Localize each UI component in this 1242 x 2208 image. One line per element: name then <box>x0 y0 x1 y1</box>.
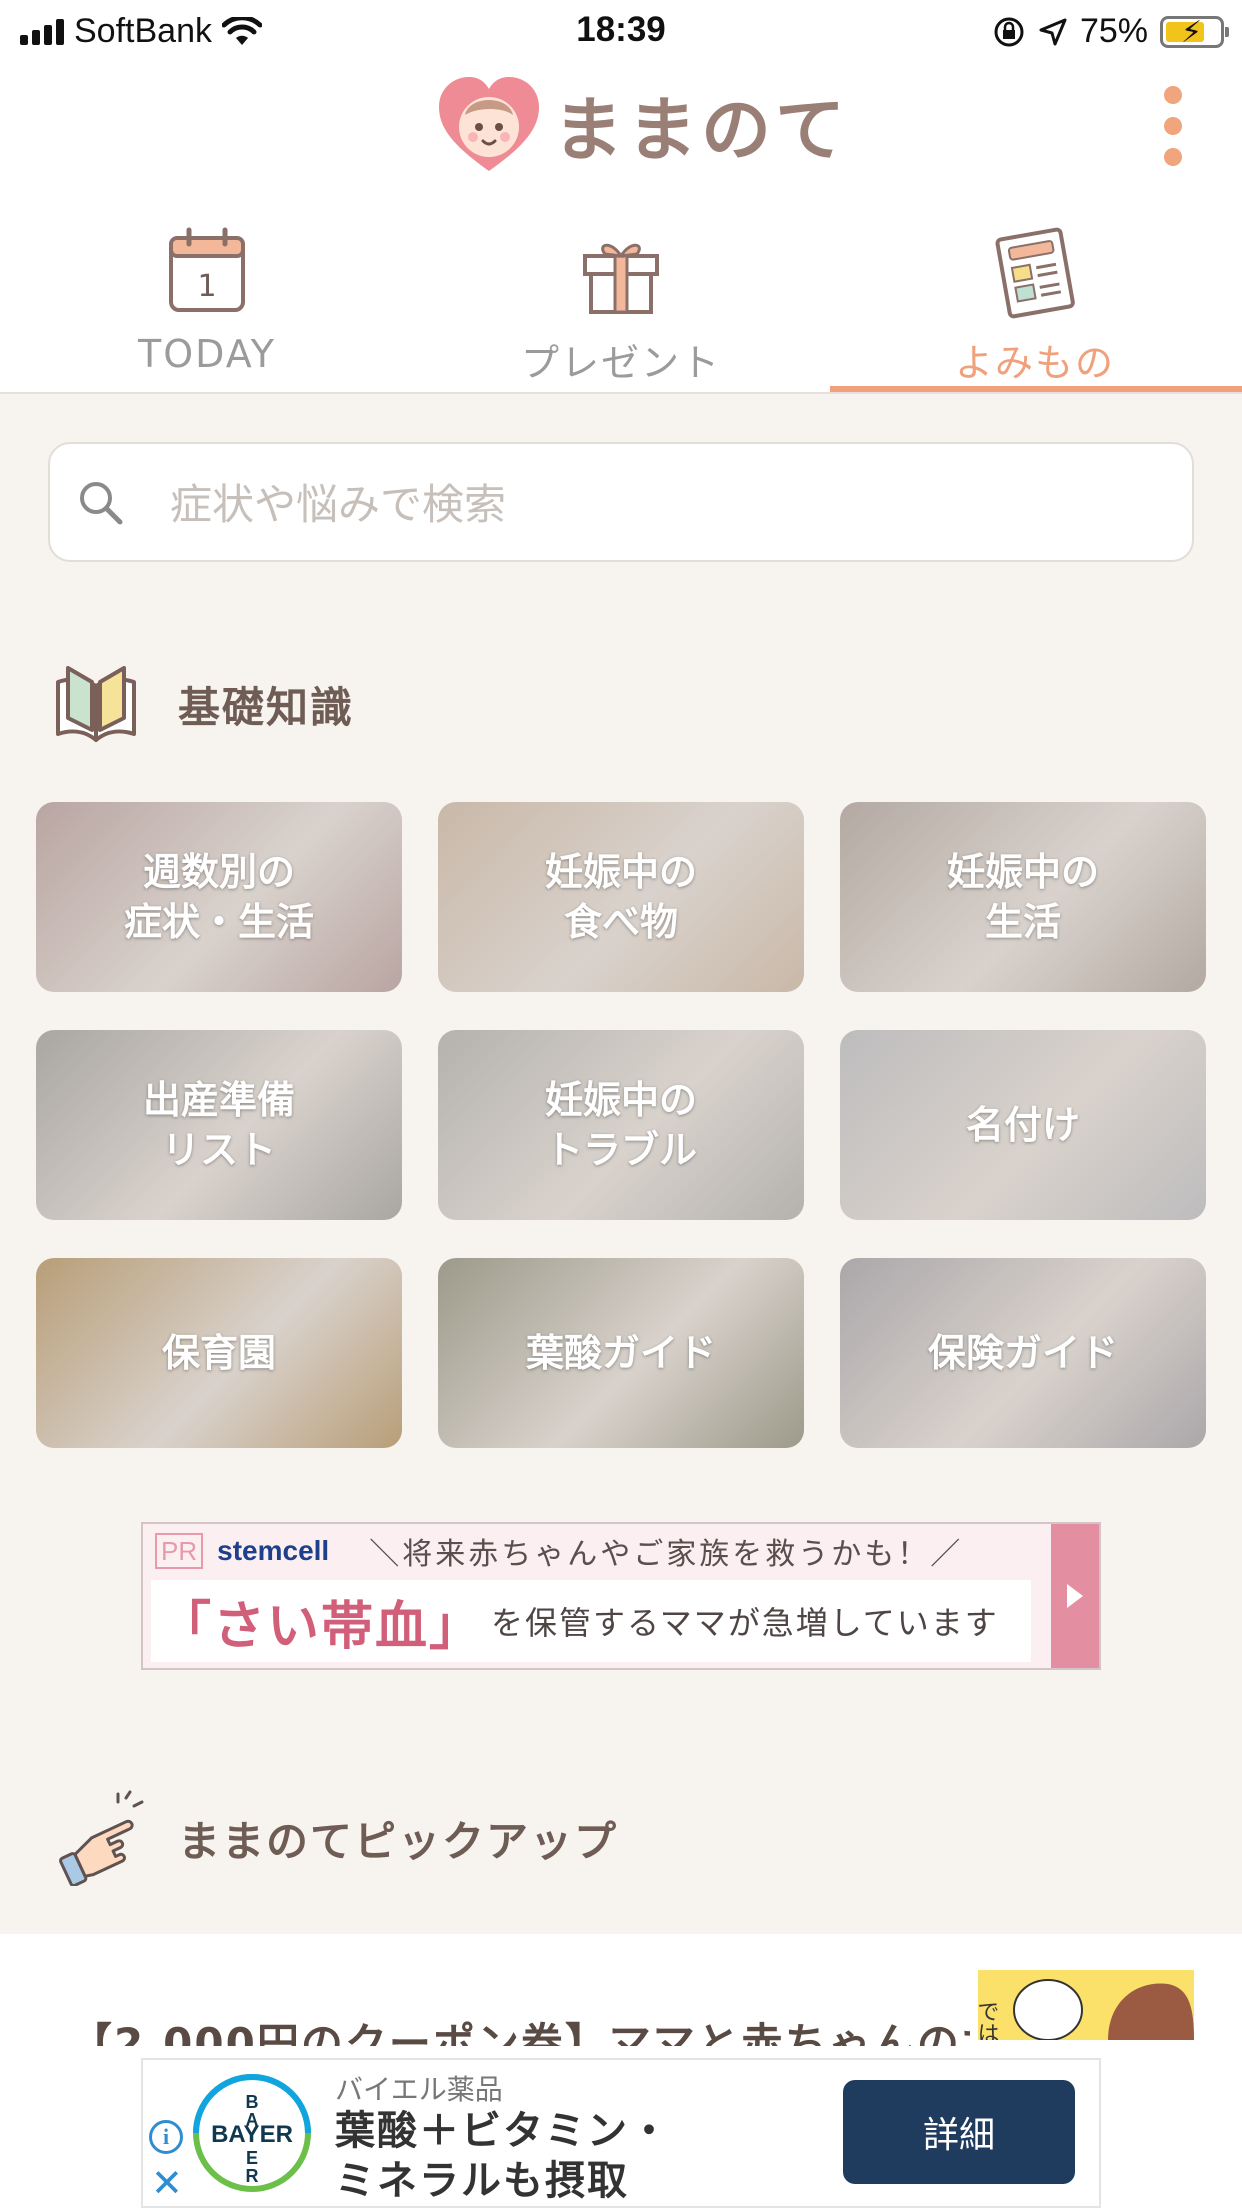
calendar-day: 1 <box>197 269 216 304</box>
baby-heart-logo-icon <box>439 76 539 171</box>
category-label: 妊娠中の トラブル <box>544 1078 697 1172</box>
search-icon <box>80 482 123 525</box>
more-menu-icon[interactable] <box>1158 86 1188 166</box>
ad-close-icon[interactable]: ✕ <box>151 2164 183 2202</box>
pr-catchphrase: ＼将来赤ちゃんやご家族を救うかも！／ <box>369 1537 964 1572</box>
play-arrow-icon[interactable] <box>1051 1524 1099 1668</box>
svg-text:R: R <box>246 2166 259 2186</box>
pickup-article-thumbnail[interactable]: では始 <box>978 1970 1194 2040</box>
category-label: 名付け <box>965 1103 1080 1147</box>
category-card-insurance-guide[interactable]: 保険ガイド <box>840 1258 1206 1448</box>
category-card-weekly-symptoms[interactable]: 週数別の 症状・生活 <box>36 802 402 992</box>
category-label: 葉酸ガイド <box>525 1331 716 1375</box>
pickup-article-title[interactable]: 【2,000円のクーポン券】ママと赤ちゃんのための <box>70 2010 970 2046</box>
pr-headline: 「さい帯血」 <box>159 1595 484 1657</box>
category-label: 週数別の 症状・生活 <box>123 850 314 944</box>
tab-present[interactable]: プレゼント <box>414 192 828 392</box>
battery-icon: ⚡ <box>1160 14 1229 50</box>
category-card-naming[interactable]: 名付け <box>840 1030 1206 1220</box>
pr-banner-ad[interactable]: PR stemcell ＼将来赤ちゃんやご家族を救うかも！／ 「さい帯血」 を保… <box>141 1522 1101 1670</box>
category-card-nursery[interactable]: 保育園 <box>36 1258 402 1448</box>
category-label: 妊娠中の 食べ物 <box>544 850 697 944</box>
svg-text:A: A <box>246 2110 259 2130</box>
battery-percent: 75% <box>1079 12 1148 50</box>
basics-section-title: 基礎知識 <box>178 682 355 732</box>
svg-text:B: B <box>246 2092 259 2112</box>
ad-details-button[interactable]: 詳細 <box>843 2080 1075 2184</box>
category-card-pregnancy-food[interactable]: 妊娠中の 食べ物 <box>438 802 804 992</box>
bottom-banner-ad[interactable]: i ✕ BAYER B A E R バイエル薬品 葉酸＋ビタミン・ ミネラルも摂… <box>141 2058 1101 2208</box>
status-right: 75% ⚡ <box>992 12 1229 51</box>
pr-banner-top: PR stemcell ＼将来赤ちゃんやご家族を救うかも！／ <box>143 1524 1043 1578</box>
category-label: 保険ガイド <box>927 1331 1118 1375</box>
pointing-hand-icon <box>59 1790 144 1886</box>
svg-text:E: E <box>246 2148 258 2168</box>
category-card-birth-prep-list[interactable]: 出産準備 リスト <box>36 1030 402 1220</box>
category-card-pregnancy-life[interactable]: 妊娠中の 生活 <box>840 802 1206 992</box>
open-book-icon <box>56 666 136 742</box>
category-label: 保育園 <box>161 1331 276 1375</box>
location-arrow-icon <box>1039 18 1067 45</box>
ad-headline: 葉酸＋ビタミン・ ミネラルも摂取 <box>335 2108 671 2204</box>
category-label: 出産準備 リスト <box>142 1078 295 1172</box>
newspaper-icon <box>995 227 1075 319</box>
category-card-pregnancy-trouble[interactable]: 妊娠中の トラブル <box>438 1030 804 1220</box>
search-input[interactable] <box>170 464 1150 544</box>
calendar-icon: 1 <box>169 227 245 312</box>
search-bar[interactable] <box>48 442 1194 562</box>
bayer-logo-icon: BAYER B A E R <box>193 2074 311 2192</box>
tab-today[interactable]: 1 TODAY <box>0 192 414 392</box>
manga-thumbnail-image: では始 <box>978 1970 1194 2040</box>
tab-articles[interactable]: よみもの <box>828 192 1242 392</box>
logo-text: ままのて <box>553 89 849 171</box>
pickup-section-header: ままのてピックアップ <box>48 1790 618 1886</box>
pickup-section-title: ままのてピックアップ <box>178 1816 619 1866</box>
charging-bolt-icon: ⚡ <box>1181 14 1203 50</box>
category-card-folic-acid-guide[interactable]: 葉酸ガイド <box>438 1258 804 1448</box>
status-bar: SoftBank 18:39 75% ⚡ <box>0 0 1242 62</box>
category-label: 妊娠中の 生活 <box>946 850 1099 944</box>
tab-articles-label: よみもの <box>954 341 1115 385</box>
pr-subline: を保管するママが急増しています <box>491 1604 999 1642</box>
pr-brand: stemcell <box>217 1535 330 1566</box>
basics-section-header: 基礎知識 <box>48 656 354 752</box>
orientation-lock-icon <box>994 17 1024 46</box>
app-logo[interactable]: ままのて <box>437 74 849 175</box>
tab-today-label: TODAY <box>138 332 276 376</box>
gift-icon <box>583 243 659 314</box>
pr-banner-bottom: 「さい帯血」 を保管するママが急増しています <box>151 1580 1031 1662</box>
pr-tag: PR <box>155 1533 204 1569</box>
ad-advertiser: バイエル薬品 <box>335 2073 503 2106</box>
tab-present-label: プレゼント <box>520 341 721 385</box>
app-header: ままのて <box>0 62 1242 192</box>
main-tabs: 1 TODAY プレゼント よみもの <box>0 192 1242 394</box>
active-tab-indicator <box>830 386 1242 392</box>
ad-info-icon[interactable]: i <box>149 2120 183 2154</box>
thumbnail-text: では始 <box>978 2000 1000 2040</box>
